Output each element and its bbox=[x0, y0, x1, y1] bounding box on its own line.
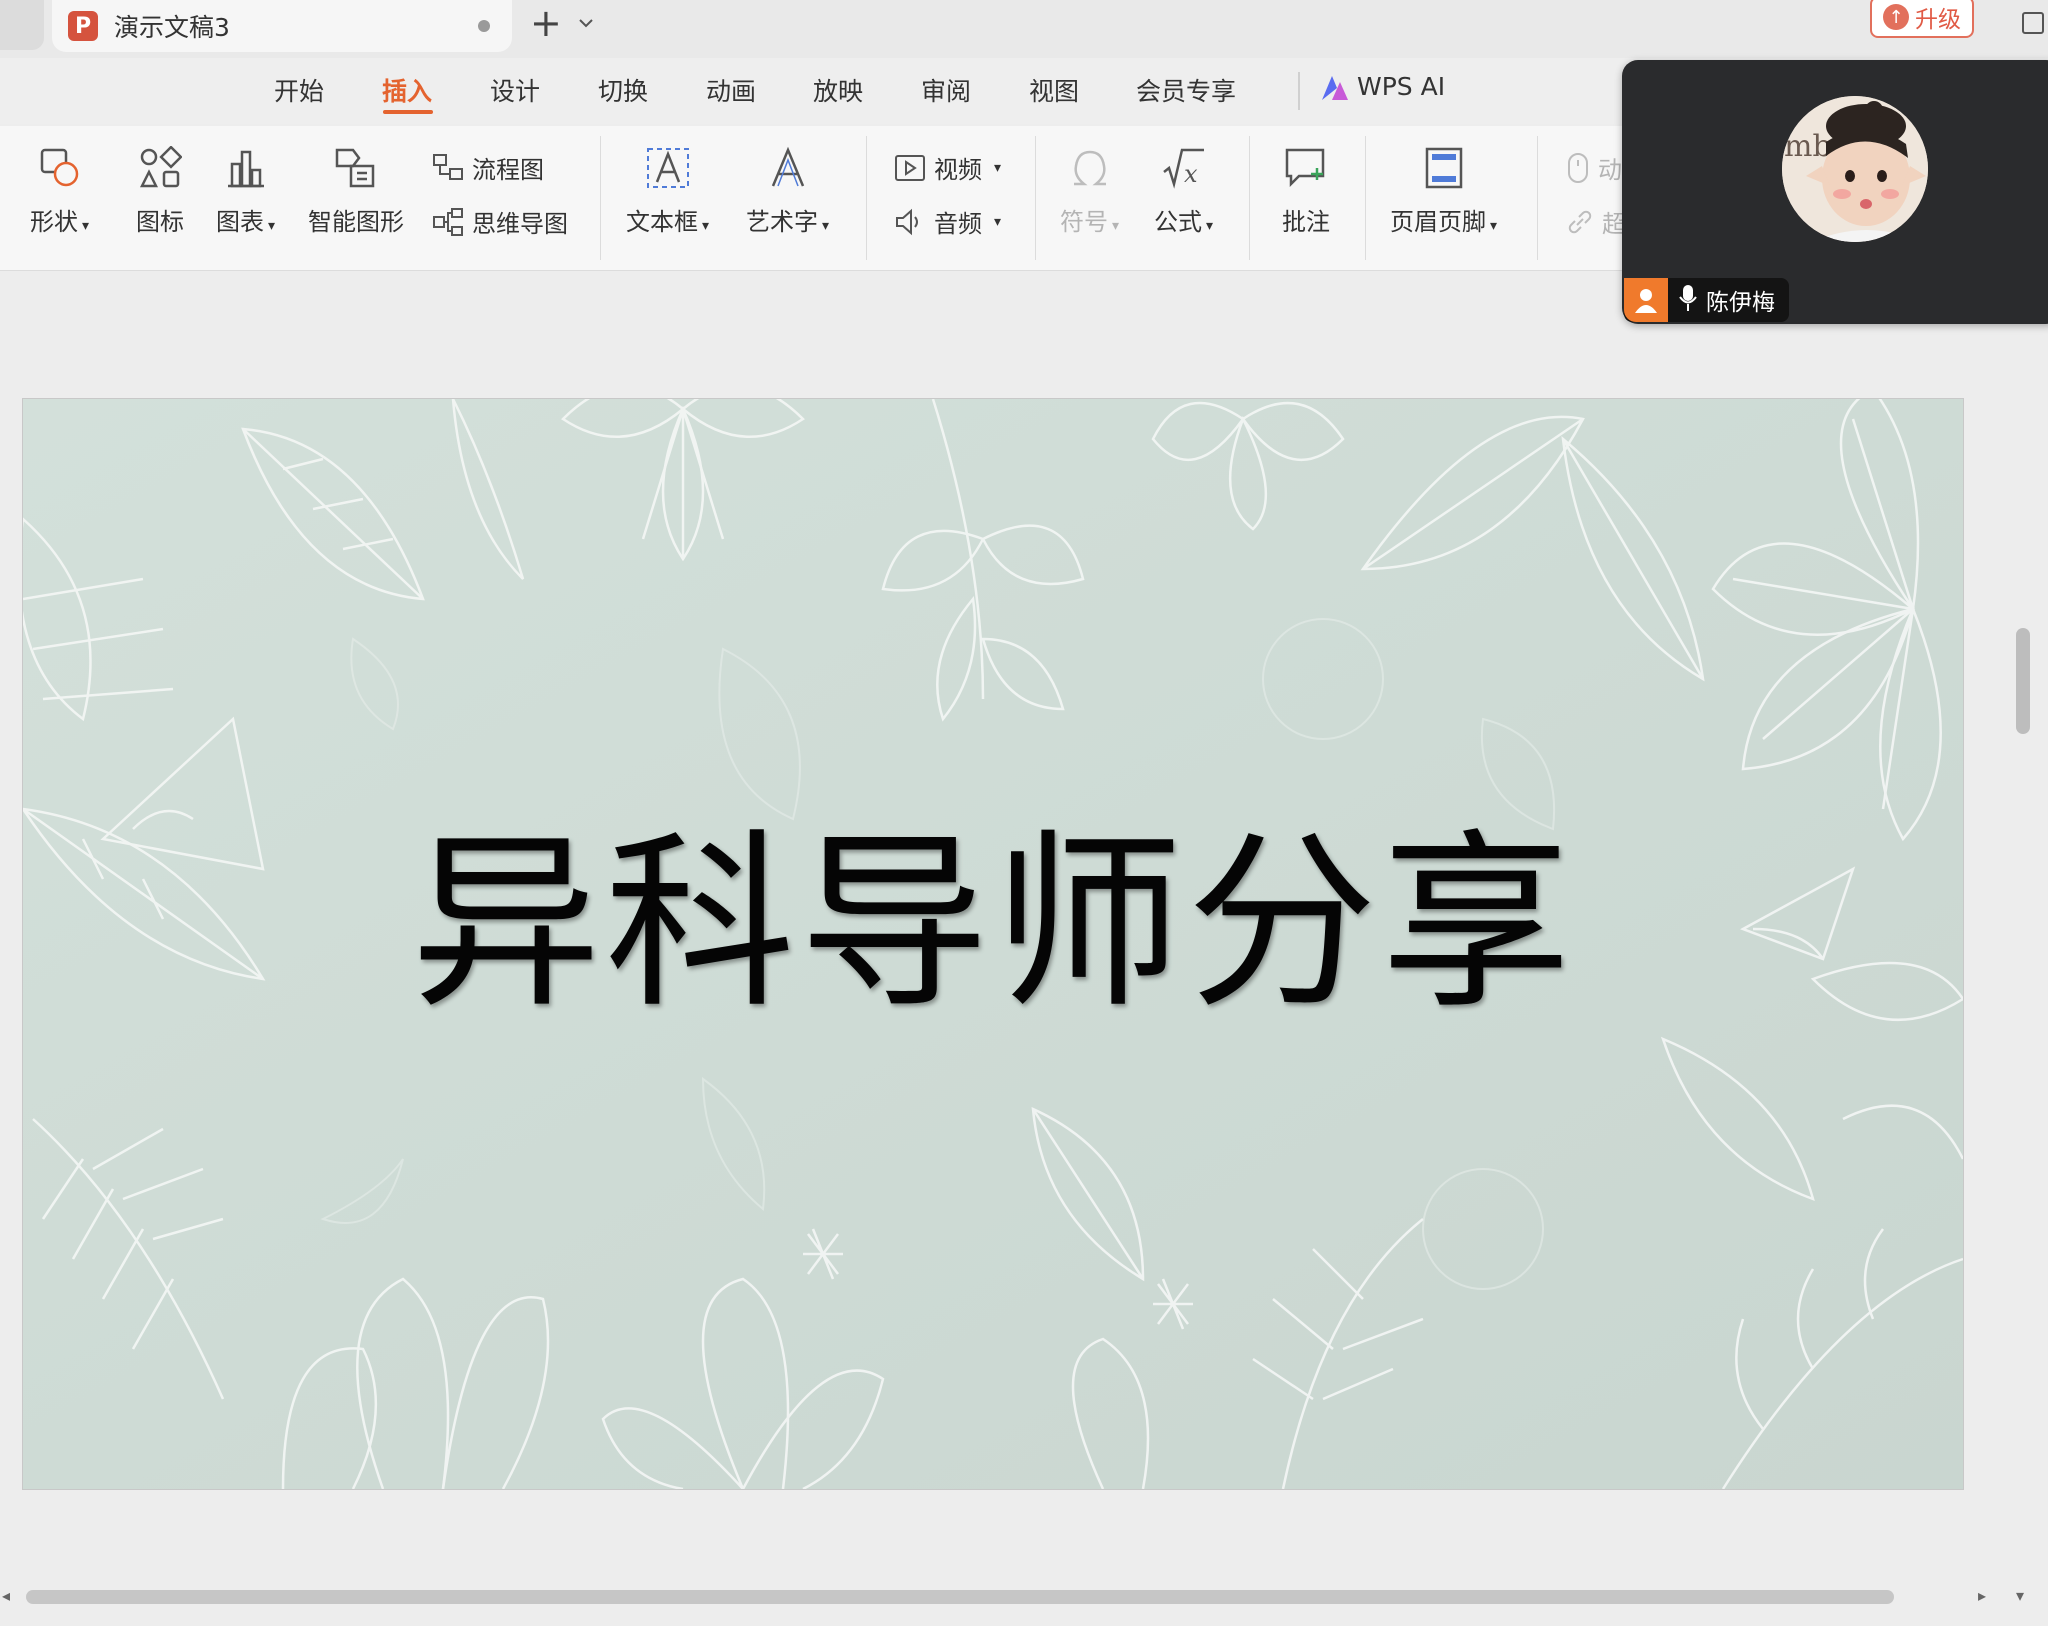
upgrade-button[interactable]: ↑ 升级 bbox=[1870, 0, 1974, 38]
header-footer-label: 页眉页脚 bbox=[1390, 208, 1486, 236]
arrow-up-icon: ↑ bbox=[1883, 4, 1909, 30]
microphone-icon[interactable] bbox=[1678, 284, 1698, 316]
tab-animations[interactable]: 动画 bbox=[706, 72, 756, 108]
shape-label: 形状 bbox=[30, 208, 78, 236]
icon-label: 图标 bbox=[136, 208, 184, 236]
tab-member[interactable]: 会员专享 bbox=[1136, 72, 1236, 108]
comment-button[interactable]: 批注 bbox=[1282, 146, 1330, 237]
scroll-right-icon[interactable]: ▸ bbox=[1978, 1586, 1986, 1605]
flowchart-icon bbox=[433, 153, 463, 180]
window-toggle-icon[interactable] bbox=[2022, 12, 2044, 34]
chevron-down-icon[interactable] bbox=[578, 14, 594, 33]
horizontal-scrollbar[interactable] bbox=[26, 1590, 1894, 1604]
presentation-app-icon: P bbox=[68, 11, 98, 41]
chart-button[interactable]: 图表 ▾ bbox=[216, 146, 275, 237]
mindmap-icon bbox=[433, 207, 463, 236]
wps-ai-icon[interactable] bbox=[1320, 74, 1350, 106]
avatar-text: mb bbox=[1784, 129, 1832, 164]
hyperlink-button[interactable]: 超 bbox=[1566, 204, 1626, 239]
action-label: 动 bbox=[1598, 156, 1622, 184]
textbox-icon bbox=[646, 148, 689, 188]
header-footer-button[interactable]: 页眉页脚 ▾ bbox=[1390, 146, 1497, 237]
video-icon bbox=[895, 154, 925, 181]
tab-view[interactable]: 视图 bbox=[1029, 72, 1079, 108]
unsaved-indicator bbox=[478, 20, 490, 32]
smartart-icon bbox=[335, 148, 375, 188]
participant-name: 陈伊梅 bbox=[1706, 290, 1775, 316]
audio-button[interactable]: 音频 ▾ bbox=[894, 204, 1001, 239]
ribbon-divider bbox=[866, 136, 867, 260]
flowchart-button[interactable]: 流程图 bbox=[432, 150, 544, 185]
video-label: 视频 bbox=[934, 156, 982, 184]
comment-add-icon bbox=[1285, 148, 1325, 188]
document-tab[interactable]: P 演示文稿3 bbox=[52, 0, 512, 52]
scroll-left-icon[interactable]: ◂ bbox=[2, 1586, 10, 1605]
upgrade-label: 升级 bbox=[1915, 7, 1961, 33]
formula-icon: x bbox=[1162, 148, 1204, 189]
sidebar-stub[interactable] bbox=[0, 0, 44, 50]
participant-avatar: mb bbox=[1782, 96, 1928, 242]
video-call-panel[interactable]: mb 陈伊梅 bbox=[1622, 60, 2048, 324]
audio-label: 音频 bbox=[934, 210, 982, 238]
icon-button[interactable]: 图标 bbox=[136, 146, 184, 237]
comment-label: 批注 bbox=[1282, 208, 1330, 236]
omega-icon bbox=[1073, 150, 1106, 186]
action-button[interactable]: 动 bbox=[1566, 150, 1622, 185]
person-icon bbox=[1624, 278, 1668, 322]
formula-label: 公式 bbox=[1154, 208, 1202, 236]
textbox-button[interactable]: 文本框 ▾ bbox=[626, 146, 709, 237]
wordart-label: 艺术字 bbox=[746, 208, 818, 236]
mouse-icon bbox=[1568, 152, 1588, 183]
wordart-button[interactable]: 艺术字 ▾ bbox=[746, 146, 829, 237]
header-footer-icon bbox=[1425, 147, 1462, 189]
symbol-label: 符号 bbox=[1060, 208, 1108, 236]
formula-button[interactable]: x 公式 ▾ bbox=[1154, 146, 1213, 237]
symbol-button[interactable]: 符号 ▾ bbox=[1060, 146, 1119, 237]
mindmap-label: 思维导图 bbox=[472, 210, 568, 238]
tab-review[interactable]: 审阅 bbox=[921, 72, 971, 108]
smartart-button[interactable]: 智能图形 bbox=[308, 146, 404, 237]
tab-home[interactable]: 开始 bbox=[274, 72, 324, 108]
video-button[interactable]: 视频 ▾ bbox=[894, 150, 1001, 185]
ribbon-divider bbox=[1365, 136, 1366, 260]
flowchart-label: 流程图 bbox=[472, 156, 544, 184]
bar-chart-icon bbox=[227, 150, 264, 188]
shape-icon bbox=[40, 148, 78, 187]
new-tab-button[interactable]: + bbox=[530, 2, 562, 44]
active-tab-indicator bbox=[383, 110, 433, 114]
mindmap-button[interactable]: 思维导图 bbox=[432, 204, 568, 239]
title-bar: P 演示文稿3 + ↑ 升级 bbox=[0, 0, 2048, 58]
wordart-icon bbox=[771, 146, 804, 187]
insert-ribbon: 形状 ▾ 图标 图表 ▾ 智能图形 流程图 思维导图 文本框 ▾ 艺术字 ▾ 视… bbox=[0, 126, 1650, 271]
ribbon-divider bbox=[1537, 136, 1538, 260]
icons-grid-icon bbox=[139, 146, 182, 188]
tab-design[interactable]: 设计 bbox=[490, 72, 540, 108]
participant-bar: 陈伊梅 bbox=[1624, 278, 1789, 322]
speaker-icon bbox=[896, 208, 918, 235]
smartart-label: 智能图形 bbox=[308, 208, 404, 236]
chart-label: 图表 bbox=[216, 208, 264, 236]
scroll-down-icon[interactable]: ▾ bbox=[2016, 1586, 2024, 1605]
textbox-label: 文本框 bbox=[626, 208, 698, 236]
slide-canvas[interactable]: 异科导师分享 bbox=[22, 398, 1964, 1490]
ribbon-divider bbox=[1035, 136, 1036, 260]
wps-ai-label[interactable]: WPS AI bbox=[1357, 72, 1445, 101]
vertical-scrollbar[interactable] bbox=[2016, 628, 2030, 734]
document-title: 演示文稿3 bbox=[114, 13, 230, 42]
link-icon bbox=[1568, 210, 1592, 233]
tab-insert[interactable]: 插入 bbox=[382, 72, 432, 108]
ribbon-divider bbox=[600, 136, 601, 260]
menu-divider bbox=[1298, 72, 1300, 110]
ribbon-divider bbox=[1249, 136, 1250, 260]
slide-title[interactable]: 异科导师分享 bbox=[23, 769, 1963, 1044]
tab-transitions[interactable]: 切换 bbox=[598, 72, 648, 108]
tab-slideshow[interactable]: 放映 bbox=[813, 72, 863, 108]
svg-text:x: x bbox=[1184, 160, 1198, 188]
shape-button[interactable]: 形状 ▾ bbox=[30, 146, 89, 237]
